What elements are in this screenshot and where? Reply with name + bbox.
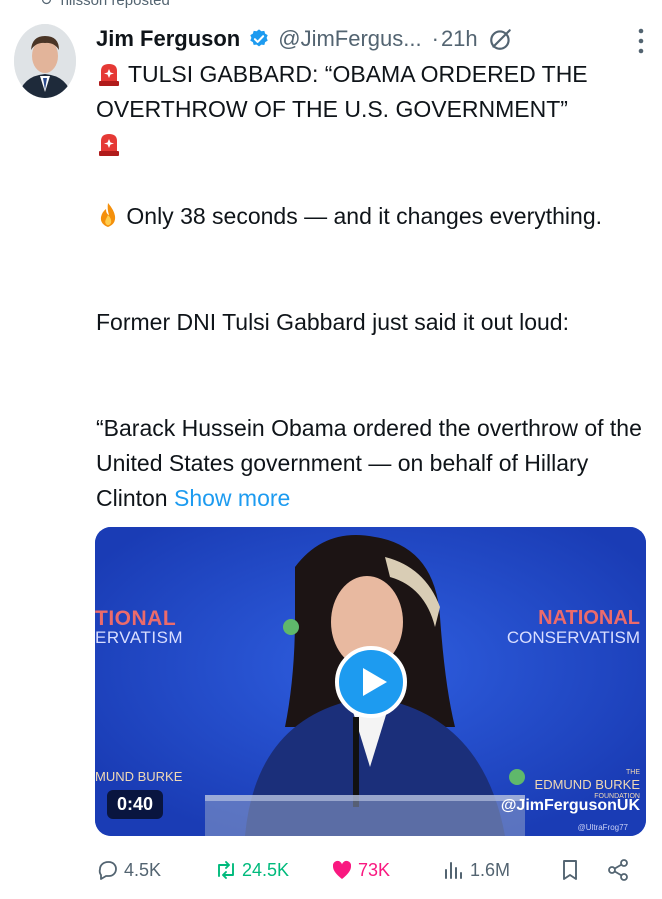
author-name[interactable]: Jim Ferguson [96, 26, 240, 52]
views-button[interactable]: 1.6M [442, 858, 510, 882]
repost-icon [218, 861, 234, 879]
post-time[interactable]: 21h [441, 26, 478, 52]
post-text-para-3: “Barack Hussein Obama ordered the overth… [96, 411, 652, 516]
like-icon [332, 860, 352, 879]
repost-label: nilsson reposted [60, 0, 170, 9]
verified-icon [250, 29, 268, 47]
views-icon [445, 862, 462, 879]
siren-icon [99, 134, 119, 156]
author-handle[interactable]: @JimFergus... [278, 26, 421, 52]
video-player[interactable]: TIONAL ERVATISM NATIONAL CONSERVATISM MU… [95, 527, 646, 836]
repost-indicator[interactable]: ↻ nilsson reposted [40, 0, 170, 9]
headline-text: TULSI GABBARD: “OBAMA ORDERED THE OVERTH… [96, 61, 588, 122]
play-icon[interactable] [335, 646, 407, 718]
reply-icon [98, 861, 117, 880]
reply-count: 4.5K [124, 859, 162, 880]
video-duration: 0:40 [107, 790, 164, 819]
like-count: 73K [358, 859, 391, 880]
post-text-headline: TULSI GABBARD: “OBAMA ORDERED THE OVERTH… [96, 57, 652, 162]
repost-icon: ↻ [40, 0, 53, 9]
views-count: 1.6M [470, 859, 511, 880]
more-icon[interactable] [638, 28, 644, 54]
bookmark-button[interactable] [558, 858, 582, 882]
avatar[interactable] [14, 24, 76, 98]
fire-icon [100, 203, 116, 227]
video-logo-left: TIONAL ERVATISM [95, 607, 184, 647]
video-watermark-small: @UltraFrog77 [577, 823, 628, 832]
para-2-text: Former DNI Tulsi Gabbard just said it ou… [96, 309, 569, 335]
action-bar: 4.5K 24.5K 73K 1.6M [96, 854, 636, 886]
grok-icon[interactable] [488, 26, 514, 52]
siren-icon [99, 64, 119, 86]
video-logo-bottom-left: MUND BURKE [95, 769, 183, 784]
share-button[interactable] [606, 858, 630, 882]
separator-dot: · [431, 26, 439, 51]
like-button[interactable]: 73K [330, 858, 390, 882]
share-icon [608, 859, 628, 881]
show-more-link[interactable]: Show more [174, 485, 290, 511]
repost-button[interactable]: 24.5K [214, 858, 289, 882]
video-logo-right: NATIONAL CONSERVATISM [506, 607, 640, 647]
video-watermark: @JimFergusonUK [500, 797, 640, 814]
para-1-text: Only 38 seconds — and it changes everyth… [126, 203, 603, 229]
bookmark-icon [563, 860, 577, 880]
repost-count: 24.5K [242, 859, 290, 880]
post-text-para-1: Only 38 seconds — and it changes everyth… [96, 199, 652, 234]
reply-button[interactable]: 4.5K [96, 858, 161, 882]
post-text-para-2: Former DNI Tulsi Gabbard just said it ou… [96, 305, 652, 340]
